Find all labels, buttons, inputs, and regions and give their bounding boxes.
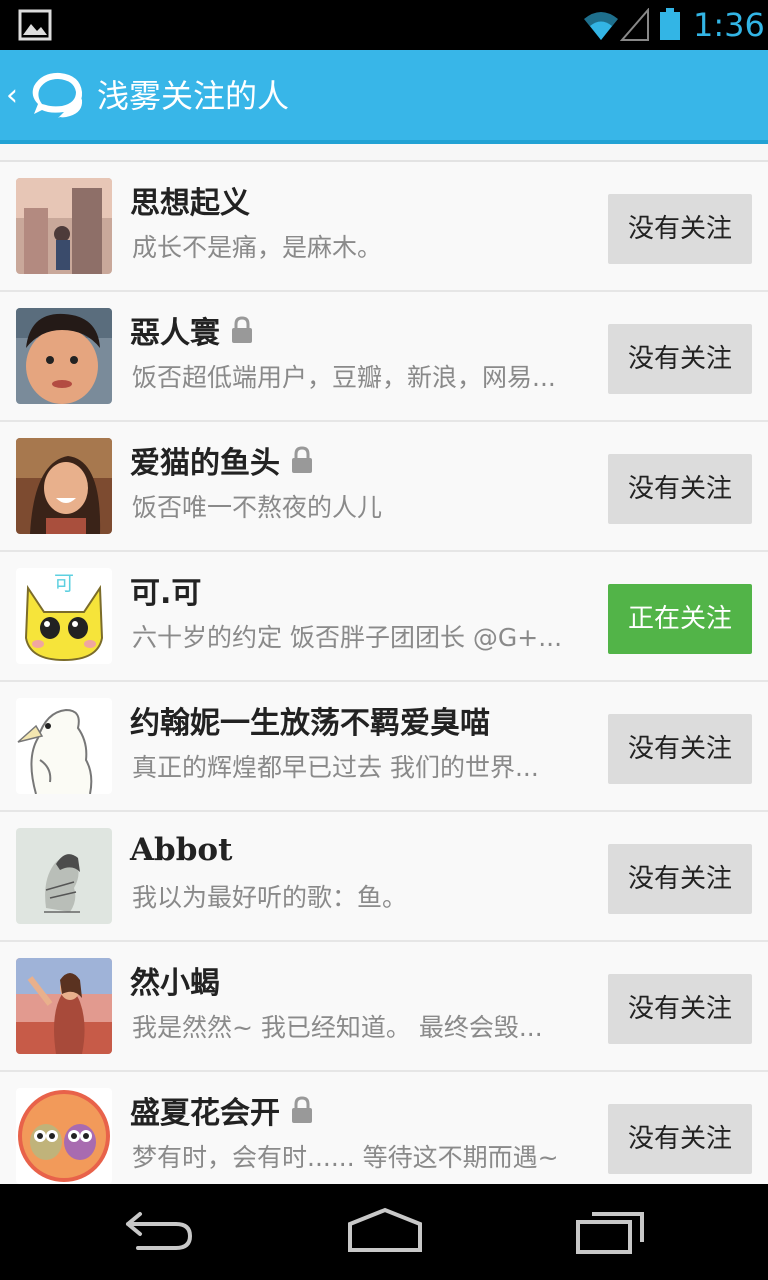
signal-icon <box>620 8 649 41</box>
battery-icon <box>660 8 680 40</box>
user-name[interactable]: 约翰妮一生放荡不羁爱臭喵 <box>130 698 490 742</box>
lock-icon <box>292 1096 312 1123</box>
follow-status-button[interactable]: 没有关注 <box>608 324 752 394</box>
user-name[interactable]: 然小蝎 <box>130 958 220 1002</box>
avatar[interactable] <box>16 178 112 274</box>
user-name[interactable]: 盛夏花会开 <box>130 1088 280 1132</box>
action-bar: ‹ 浅雾关注的人 <box>0 50 768 144</box>
list-item[interactable]: 盛夏花会开 梦有时，会有时...... 等待这不期而遇~ 没有关注 <box>0 1072 768 1184</box>
user-bio: 真正的辉煌都早已过去 我们的世界... <box>132 753 539 782</box>
user-bio: 六十岁的约定 饭否胖子团团长 @G+... <box>132 623 563 652</box>
app-logo-icon[interactable] <box>28 70 86 126</box>
user-name-line: Abbot <box>130 828 232 872</box>
user-name-line: 惡人寰 <box>130 308 254 352</box>
lock-icon <box>292 446 312 473</box>
list-item[interactable]: 约翰妮一生放荡不羁爱臭喵 真正的辉煌都早已过去 我们的世界... 没有关注 <box>0 682 768 812</box>
follow-status-button[interactable]: 没有关注 <box>608 1104 752 1174</box>
follow-status-button[interactable]: 没有关注 <box>608 844 752 914</box>
avatar-text: 可 <box>54 571 74 595</box>
list-item[interactable]: Abbot 我以为最好听的歌：鱼。 没有关注 <box>0 812 768 942</box>
user-bio: 饭否唯一不熬夜的人儿 <box>132 493 383 522</box>
user-name-line: 爱猫的鱼头 <box>130 438 314 482</box>
list-item[interactable]: 然小蝎 我是然然~ 我已经知道。 最终会毁... 没有关注 <box>0 942 768 1072</box>
user-name-line: 可.可 <box>130 568 201 612</box>
avatar[interactable] <box>16 438 112 534</box>
user-bio: 成长不是痛，是麻木。 <box>132 233 383 262</box>
user-name[interactable]: 爱猫的鱼头 <box>130 438 280 482</box>
user-name[interactable]: Abbot <box>130 832 232 868</box>
avatar[interactable] <box>16 1088 112 1184</box>
navigation-bar <box>0 1184 768 1280</box>
list-item[interactable]: 爱猫的鱼头 饭否唯一不熬夜的人儿 没有关注 <box>0 422 768 552</box>
avatar[interactable] <box>16 698 112 794</box>
user-name[interactable]: 惡人寰 <box>130 308 220 352</box>
back-chevron-icon[interactable]: ‹ <box>6 78 18 114</box>
wifi-icon <box>584 12 618 40</box>
user-name-line: 盛夏花会开 <box>130 1088 314 1132</box>
status-time: 1:36 <box>693 6 765 44</box>
avatar[interactable]: 可 <box>16 568 112 664</box>
recent-apps-icon[interactable] <box>574 1206 648 1256</box>
user-name[interactable]: 思想起义 <box>130 178 250 222</box>
screen: 1:36 ‹ 浅雾关注的人 思想起义 成长不是痛，是麻木。 没有关注 惡人寰 饭… <box>0 0 768 1280</box>
status-bar: 1:36 <box>0 0 768 50</box>
home-icon[interactable] <box>346 1206 424 1254</box>
back-icon[interactable] <box>124 1208 196 1254</box>
avatar[interactable] <box>16 828 112 924</box>
follow-status-button[interactable]: 没有关注 <box>608 194 752 264</box>
user-name-line: 思想起义 <box>130 178 250 222</box>
user-bio: 我是然然~ 我已经知道。 最终会毁... <box>132 1013 543 1042</box>
user-name-line: 约翰妮一生放荡不羁爱臭喵 <box>130 698 490 742</box>
follow-status-button[interactable]: 没有关注 <box>608 974 752 1044</box>
avatar[interactable] <box>16 958 112 1054</box>
following-status-button[interactable]: 正在关注 <box>608 584 752 654</box>
follow-status-button[interactable]: 没有关注 <box>608 714 752 784</box>
lock-icon <box>232 316 252 343</box>
list-item[interactable]: 可 可.可 六十岁的约定 饭否胖子团团长 @G+... 正在关注 <box>0 552 768 682</box>
user-name[interactable]: 可.可 <box>130 568 201 612</box>
following-list: 思想起义 成长不是痛，是麻木。 没有关注 惡人寰 饭否超低端用户，豆瓣，新浪，网… <box>0 148 768 1184</box>
user-bio: 梦有时，会有时...... 等待这不期而遇~ <box>132 1143 559 1172</box>
follow-status-button[interactable]: 没有关注 <box>608 454 752 524</box>
gallery-icon <box>18 9 52 41</box>
avatar[interactable] <box>16 308 112 404</box>
list-item[interactable]: 惡人寰 饭否超低端用户，豆瓣，新浪，网易... 没有关注 <box>0 292 768 422</box>
list-item[interactable]: 思想起义 成长不是痛，是麻木。 没有关注 <box>0 162 768 292</box>
user-bio: 饭否超低端用户，豆瓣，新浪，网易... <box>132 363 556 392</box>
page-title: 浅雾关注的人 <box>97 77 290 115</box>
user-bio: 我以为最好听的歌：鱼。 <box>132 883 408 912</box>
user-name-line: 然小蝎 <box>130 958 220 1002</box>
